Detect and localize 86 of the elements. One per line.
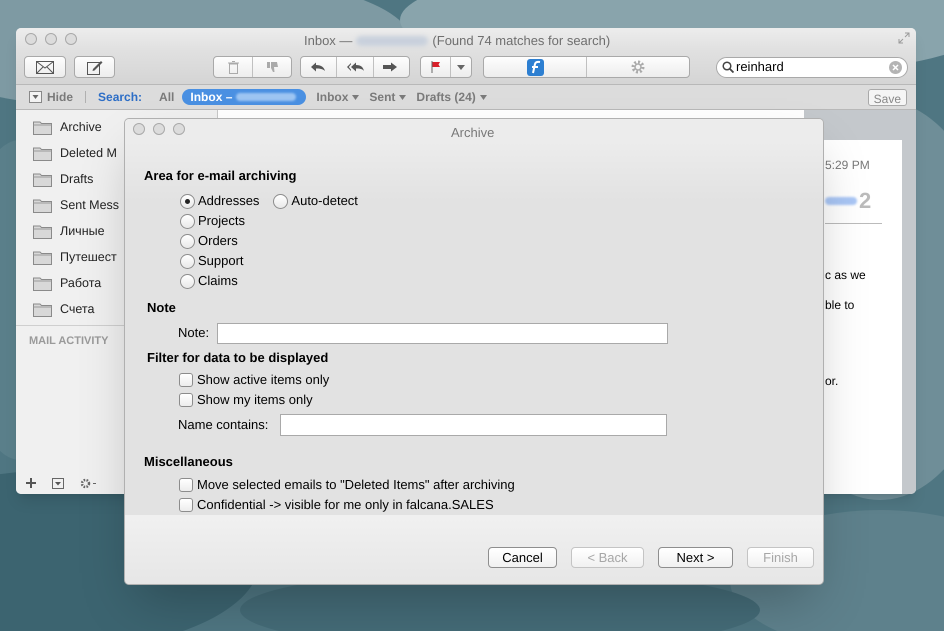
envelope-icon — [36, 60, 54, 74]
window-control-icon — [133, 122, 145, 135]
message-text: ble to — [825, 297, 856, 314]
sidebar-item[interactable]: Archive — [33, 114, 102, 140]
flag-icon — [430, 61, 440, 73]
reply-all-arrow-icon — [346, 61, 364, 73]
checkbox[interactable] — [179, 393, 193, 408]
folder-icon — [33, 120, 52, 134]
search-icon — [722, 61, 734, 73]
gear-icon — [630, 59, 646, 75]
add-icon — [26, 478, 36, 488]
checkbox-label: Move selected emails to "Deleted Items" after archiving — [197, 476, 515, 494]
caret-icon — [352, 94, 360, 100]
folder-icon — [33, 302, 52, 316]
option-label: Auto-detect — [291, 192, 358, 210]
trash-icon — [228, 60, 238, 74]
radio-button[interactable] — [180, 214, 195, 229]
name-field[interactable] — [280, 414, 668, 436]
search-result-summary: (Found 74 matches for search) — [432, 32, 610, 50]
window-control-icon — [173, 122, 185, 135]
dialog-button[interactable]: Cancel — [488, 546, 557, 568]
sidebar-item[interactable]: Личные — [33, 218, 105, 244]
checkbox-label: Confidential -> visible for me only in falcana.SALES — [197, 496, 494, 514]
sidebar-item[interactable]: Drafts — [33, 166, 94, 192]
section-heading: Area for e-mail archiving — [144, 166, 298, 185]
sidebar-item[interactable]: Работа — [33, 270, 102, 296]
folder-icon — [33, 276, 52, 290]
count-label: 2 — [859, 187, 872, 215]
new-message-button[interactable] — [24, 56, 66, 78]
radio-button[interactable] — [180, 194, 195, 209]
thumbs-down-icon — [266, 61, 278, 73]
note-field[interactable] — [217, 322, 668, 344]
clear-icon — [889, 60, 902, 74]
section-heading: Note — [147, 299, 177, 318]
folder-icon — [33, 146, 52, 160]
checkbox[interactable] — [179, 373, 193, 388]
reply-arrow-icon — [310, 61, 328, 73]
checkbox[interactable] — [179, 498, 193, 512]
message-text: or. — [825, 373, 840, 390]
message-text: c as we — [825, 267, 867, 284]
caret-icon — [457, 64, 465, 70]
field-label: Note: — [178, 324, 210, 342]
compose-button[interactable] — [74, 56, 115, 78]
caret-icon — [399, 94, 406, 100]
sidebar-item[interactable]: Путешест — [33, 244, 117, 270]
collapse-icon — [29, 91, 42, 103]
radio-button[interactable] — [180, 234, 195, 249]
checkbox[interactable] — [179, 478, 193, 492]
option-label: Orders — [198, 232, 238, 250]
option-label: Claims — [198, 272, 238, 290]
pencil-paper-icon — [86, 60, 102, 74]
window-title: Inbox — — [304, 32, 352, 50]
gear-icon — [80, 478, 97, 488]
fullscreen-icon — [898, 32, 910, 44]
radio-button[interactable] — [180, 274, 195, 289]
option-label: Addresses — [198, 192, 260, 210]
radio-button[interactable] — [180, 254, 195, 269]
search-field[interactable]: reinhard — [716, 56, 908, 78]
field-label: Name contains: — [178, 416, 268, 434]
folder-icon — [33, 250, 52, 264]
message-time: 5:29 PM — [825, 157, 871, 174]
sidebar-item[interactable]: Deleted M — [33, 140, 117, 166]
folder-icon — [33, 198, 52, 212]
window-control-icon — [25, 33, 37, 45]
section-heading: Miscellaneous — [144, 453, 234, 472]
window-control-icon — [45, 33, 57, 45]
checkbox-label: Show active items only — [197, 371, 330, 390]
section-header: MAIL ACTIVITY — [28, 334, 110, 349]
checkbox-label: Show my items only — [197, 391, 313, 410]
folder-icon — [33, 224, 52, 238]
search-label: Search: — [98, 89, 142, 106]
section-heading: Filter for data to be displayed — [147, 348, 330, 367]
collapse-icon — [52, 478, 64, 488]
radio-button[interactable] — [273, 194, 288, 209]
window-control-icon — [153, 122, 165, 135]
option-label: Support — [198, 252, 244, 270]
app-logo-icon — [526, 58, 544, 76]
window-control-icon — [65, 33, 77, 45]
sidebar-item[interactable]: Sent Mess — [33, 192, 120, 218]
redacted-blur — [825, 196, 857, 204]
folder-icon — [33, 172, 52, 186]
option-label: Projects — [198, 212, 245, 230]
caret-icon — [480, 94, 487, 100]
sidebar-item[interactable]: Счета — [33, 296, 94, 322]
dialog-title: Archive — [451, 124, 494, 142]
dialog-button[interactable]: Next > — [658, 546, 733, 568]
